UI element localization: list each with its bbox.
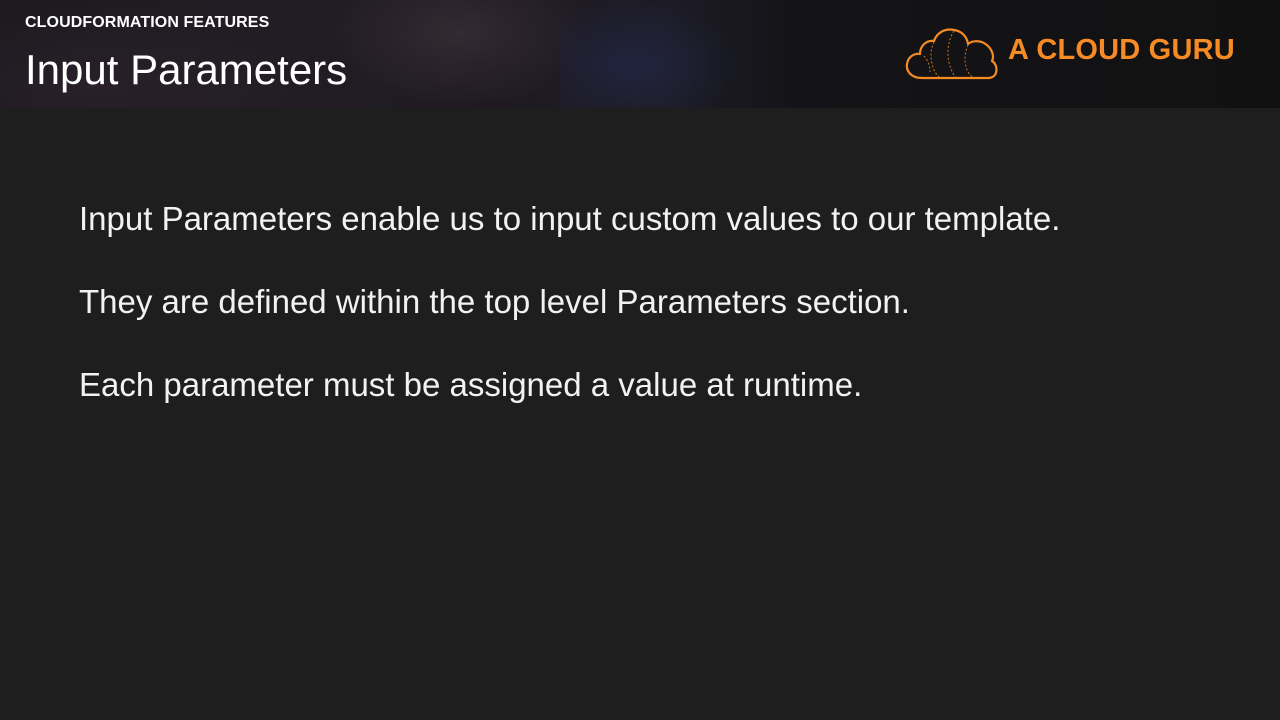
brand-logo: A CLOUD GURU xyxy=(904,26,1244,84)
slide-body: Input Parameters enable us to input cust… xyxy=(79,197,1229,446)
section-kicker: CLOUDFORMATION FEATURES xyxy=(25,14,270,31)
header-background-figure-shirt xyxy=(560,0,740,108)
header-banner: CLOUDFORMATION FEATURES Input Parameters… xyxy=(0,0,1280,108)
brand-logo-text: A CLOUD GURU xyxy=(1008,34,1235,66)
body-line: Input Parameters enable us to input cust… xyxy=(79,200,1061,237)
body-line: They are defined within the top level Pa… xyxy=(79,283,910,320)
header-background-figure xyxy=(330,0,590,108)
page-title: Input Parameters xyxy=(25,46,348,93)
cloud-icon xyxy=(905,28,998,80)
body-line: Each parameter must be assigned a value … xyxy=(79,366,863,403)
